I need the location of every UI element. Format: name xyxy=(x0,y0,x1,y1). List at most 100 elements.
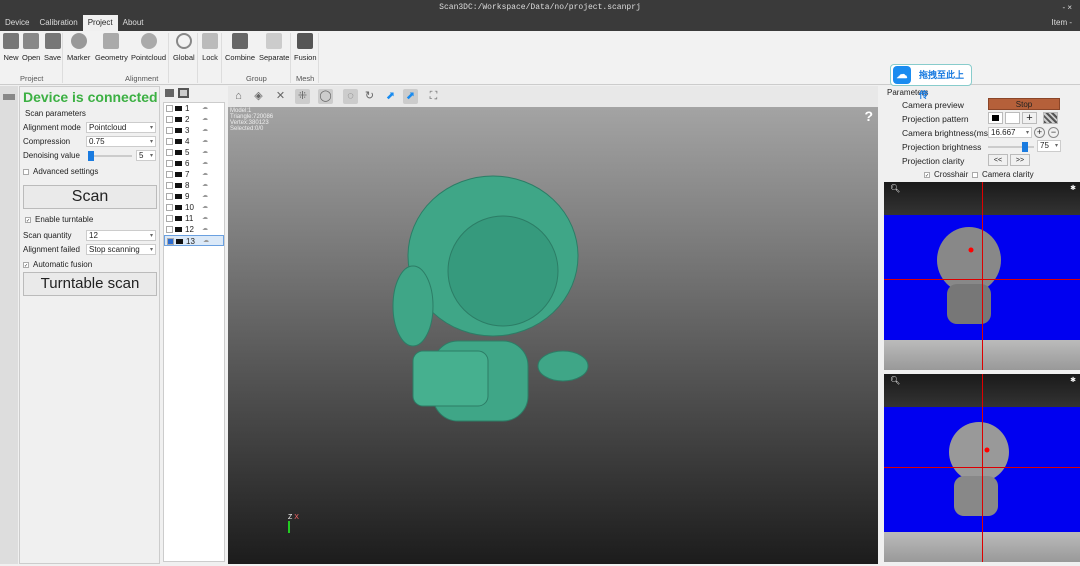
image-view-icon[interactable] xyxy=(165,89,174,97)
denoise-label: Denoising value xyxy=(23,151,80,160)
visibility-checkbox[interactable] xyxy=(166,226,173,234)
upload-drop-overlay[interactable]: ☁ 拖拽至此上传 xyxy=(890,64,972,100)
circle-select-icon[interactable]: ◯ xyxy=(318,89,333,104)
combine-button[interactable]: Combine xyxy=(225,33,255,62)
visibility-checkbox[interactable] xyxy=(166,116,173,124)
projection-brightness-slider[interactable] xyxy=(988,142,1034,152)
color-swatch xyxy=(175,205,182,211)
lock-icon xyxy=(202,33,218,49)
visibility-checkbox[interactable] xyxy=(166,204,173,212)
visibility-checkbox[interactable] xyxy=(166,215,173,223)
list-item[interactable]: 4 ☁ xyxy=(164,136,224,147)
pattern-crosshair-button[interactable]: + xyxy=(1022,112,1037,124)
zoom-icon[interactable]: 🔍︎ xyxy=(890,376,900,385)
enable-turntable-checkbox[interactable]: ✓ Enable turntable xyxy=(25,215,93,224)
device-icon[interactable] xyxy=(3,94,15,100)
list-item[interactable]: 1 ☁ xyxy=(164,103,224,114)
stop-button[interactable]: Stop xyxy=(988,98,1060,110)
scan-button[interactable]: Scan xyxy=(23,185,157,209)
help-icon[interactable]: ? xyxy=(864,108,873,124)
pin-icon[interactable]: ✱ xyxy=(1070,376,1076,384)
clarity-prev-button[interactable]: << xyxy=(988,154,1008,166)
mesh-icon[interactable]: ⁜ xyxy=(295,89,310,104)
select-through-icon[interactable]: ⬈ xyxy=(403,89,418,104)
tab-project[interactable]: Project xyxy=(82,15,118,31)
pattern-qr-button[interactable] xyxy=(1043,112,1058,124)
visibility-checkbox[interactable] xyxy=(166,149,173,157)
window-controls[interactable]: - × xyxy=(1062,0,1072,15)
decrease-brightness-icon[interactable]: − xyxy=(1048,127,1059,138)
automatic-fusion-checkbox[interactable]: ✓ Automatic fusion xyxy=(23,260,92,269)
list-item[interactable]: 5 ☁ xyxy=(164,147,224,158)
geometry-button[interactable]: Geometry xyxy=(95,33,128,62)
visibility-checkbox[interactable] xyxy=(166,105,173,113)
marker-button[interactable]: Marker xyxy=(67,33,90,62)
tab-device[interactable]: Device xyxy=(0,15,34,31)
crosshair-checkbox[interactable]: ✓ Crosshair xyxy=(924,170,968,179)
zoom-icon[interactable]: 🔍︎ xyxy=(890,184,900,193)
list-item[interactable]: 7 ☁ xyxy=(164,169,224,180)
camera-brightness-select[interactable]: 16.667 xyxy=(988,127,1032,138)
pointcloud-button[interactable]: Pointcloud xyxy=(131,33,166,62)
open-button[interactable]: Open xyxy=(22,33,40,62)
camera-view-right[interactable]: 🔍︎ ✱ xyxy=(884,374,1080,562)
tools-icon[interactable]: ✕ xyxy=(273,89,288,104)
visibility-checkbox[interactable] xyxy=(166,160,173,168)
select-visible-icon[interactable]: ⬈ xyxy=(383,89,398,104)
lock-button[interactable]: Lock xyxy=(202,33,218,62)
tab-calibration[interactable]: Calibration xyxy=(34,15,82,31)
alignment-failed-select[interactable]: Stop scanning xyxy=(86,244,156,255)
visibility-checkbox[interactable] xyxy=(166,193,173,201)
pattern-black-button[interactable] xyxy=(988,112,1003,124)
list-item[interactable]: 6 ☁ xyxy=(164,158,224,169)
save-button[interactable]: Save xyxy=(44,33,61,62)
list-item[interactable]: 10 ☁ xyxy=(164,202,224,213)
lasso-icon[interactable]: ◌ xyxy=(343,89,358,104)
projection-brightness-input[interactable]: 75 xyxy=(1037,140,1061,152)
list-item[interactable]: 9 ☁ xyxy=(164,191,224,202)
list-item[interactable]: 13 ☁ xyxy=(164,235,224,246)
item-label: 8 xyxy=(185,181,190,190)
pin-icon[interactable]: ✱ xyxy=(1070,184,1076,192)
visibility-checkbox[interactable] xyxy=(166,127,173,135)
compression-select[interactable]: 0.75 xyxy=(86,136,156,147)
home-icon[interactable]: ⌂ xyxy=(231,89,246,104)
clarity-next-button[interactable]: >> xyxy=(1010,154,1030,166)
label: Fusion xyxy=(294,53,317,62)
new-button[interactable]: New xyxy=(3,33,19,62)
scan-quantity-select[interactable]: 12 xyxy=(86,230,156,241)
fit-view-icon[interactable]: ⛶ xyxy=(426,89,441,104)
layers-icon[interactable]: ◈ xyxy=(251,89,266,104)
visibility-checkbox[interactable] xyxy=(166,171,173,179)
increase-brightness-icon[interactable]: + xyxy=(1034,127,1045,138)
alignment-mode-select[interactable]: Pointcloud xyxy=(86,122,156,133)
list-item[interactable]: 2 ☁ xyxy=(164,114,224,125)
list-item[interactable]: 11 ☁ xyxy=(164,213,224,224)
slider-handle[interactable] xyxy=(88,151,94,161)
advanced-settings-checkbox[interactable]: Advanced settings xyxy=(23,167,98,176)
item-menu[interactable]: Item - xyxy=(1052,15,1072,31)
visibility-checkbox[interactable] xyxy=(167,238,174,246)
list-item[interactable]: 3 ☁ xyxy=(164,125,224,136)
turntable-scan-button[interactable]: Turntable scan xyxy=(23,272,157,296)
denoise-slider[interactable] xyxy=(88,151,132,161)
separate-button[interactable]: Separate xyxy=(259,33,289,62)
scan-quantity-label: Scan quantity xyxy=(23,231,72,240)
list-item[interactable]: 8 ☁ xyxy=(164,180,224,191)
tab-about[interactable]: About xyxy=(118,15,149,31)
label: Combine xyxy=(225,53,256,62)
global-button[interactable]: Global xyxy=(173,33,195,62)
list-item[interactable]: 12 ☁ xyxy=(164,224,224,235)
list-view-icon[interactable] xyxy=(178,88,189,98)
denoise-spinbox[interactable]: 5 xyxy=(136,150,156,161)
camera-clarity-checkbox[interactable]: Camera clarity xyxy=(972,170,1034,179)
visibility-checkbox[interactable] xyxy=(166,182,173,190)
label: Camera clarity xyxy=(982,170,1034,179)
camera-view-left[interactable]: 🔍︎ ✱ xyxy=(884,182,1080,370)
rotate-icon[interactable]: ↻ xyxy=(362,89,377,104)
visibility-checkbox[interactable] xyxy=(166,138,173,146)
3d-viewport[interactable]: ⌂ ◈ ✕ ⁜ ◯ ◌ ↻ ⬈ ⬈ ⛶ Model:1 Triangle:720… xyxy=(228,86,878,564)
slider-handle[interactable] xyxy=(1022,142,1028,152)
pattern-white-button[interactable] xyxy=(1005,112,1020,124)
fusion-button[interactable]: Fusion xyxy=(294,33,317,62)
